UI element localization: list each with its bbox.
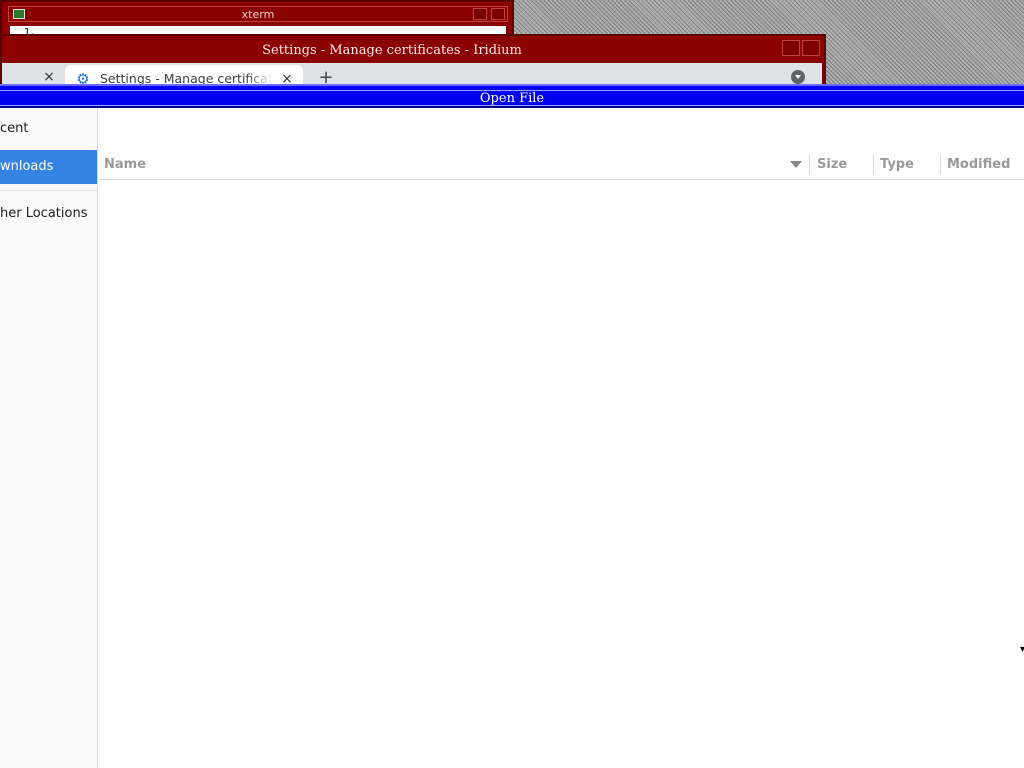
column-modified[interactable]: Modified: [947, 150, 1010, 179]
dialog-titlebar[interactable]: Open File: [0, 84, 1024, 108]
xterm-titlebar[interactable]: xterm: [8, 6, 508, 22]
browser-title: Settings - Manage certificates - Iridium: [262, 42, 522, 58]
maximize-button[interactable]: [802, 40, 820, 56]
open-file-dialog[interactable]: Open File cent wnloads her Locations Nam…: [0, 84, 1024, 768]
sidebar-item-label: wnloads: [0, 159, 54, 174]
sidebar-item-label: cent: [0, 121, 29, 136]
maximize-button[interactable]: [491, 8, 505, 20]
sidebar-item-downloads[interactable]: wnloads: [0, 150, 97, 184]
column-type[interactable]: Type: [880, 150, 914, 179]
minimize-button[interactable]: [782, 40, 800, 56]
browser-titlebar[interactable]: Settings - Manage certificates - Iridium: [2, 38, 782, 62]
minimize-button[interactable]: [473, 8, 487, 20]
dialog-title: Open File: [479, 90, 545, 106]
sidebar-separator: [0, 190, 97, 191]
column-separator[interactable]: [940, 155, 941, 175]
column-separator[interactable]: [809, 155, 810, 175]
xterm-title: xterm: [241, 7, 275, 21]
places-sidebar: cent wnloads her Locations: [0, 108, 98, 768]
tab-close-icon[interactable]: ×: [42, 70, 56, 84]
sidebar-item-recent[interactable]: cent: [0, 112, 97, 146]
column-size[interactable]: Size: [817, 150, 847, 179]
sort-descending-icon[interactable]: [790, 161, 802, 168]
column-separator[interactable]: [873, 155, 874, 175]
column-header-row: Name Size Type Modified: [98, 150, 1024, 180]
mouse-cursor-icon: ▾: [1020, 644, 1024, 655]
tab-search-icon[interactable]: [791, 70, 805, 84]
sidebar-item-other-locations[interactable]: her Locations: [0, 197, 97, 231]
file-list[interactable]: Name Size Type Modified: [98, 108, 1024, 768]
terminal-icon[interactable]: [13, 9, 25, 19]
sidebar-item-label: her Locations: [0, 206, 88, 221]
column-name[interactable]: Name: [104, 150, 146, 179]
